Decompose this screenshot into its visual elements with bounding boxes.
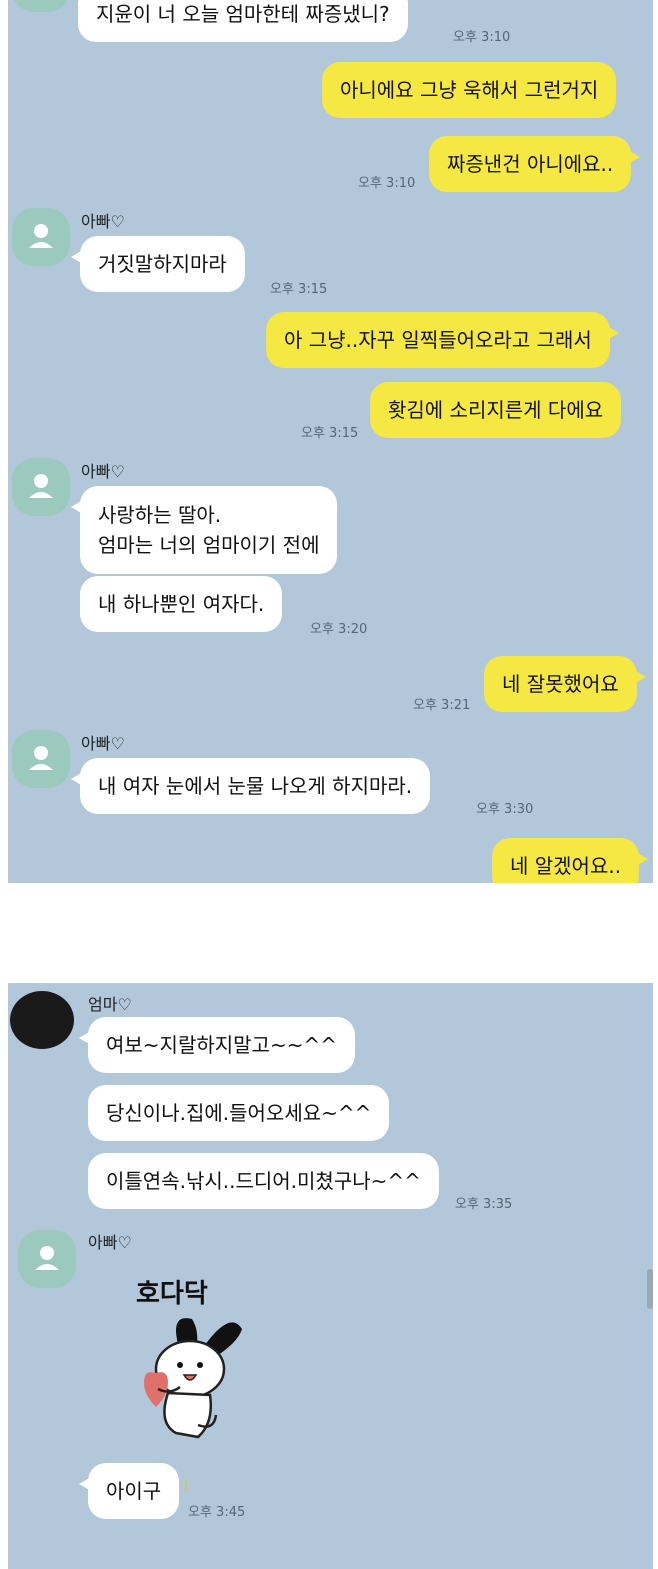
message-bubble-incoming: 내 하나뿐인 여자다. — [80, 576, 283, 632]
unread-count: 1 — [182, 1479, 190, 1493]
message-text: 여보~지랄하지말고~~^^ — [106, 1033, 337, 1057]
sender-name: 아빠♡ — [81, 734, 125, 753]
message-text: 이틀연속.낚시..드디어.미쳤구나~^^ — [106, 1169, 421, 1193]
chat-screenshot-1: 지윤이 너 오늘 엄마한테 짜증냈니? 오후 3:10 아니에요 그냥 욱해서 … — [8, 0, 653, 883]
message-bubble-incoming: 거짓말하지마라 — [71, 236, 245, 292]
message-time: 오후 3:35 — [455, 1197, 513, 1212]
message-bubble-outgoing: 아니에요 그냥 욱해서 그런거지 — [322, 62, 617, 118]
message-bubble-outgoing: 짜증낸건 아니에요.. — [429, 136, 641, 192]
avatar[interactable] — [12, 208, 70, 266]
message-time: 오후 3:15 — [301, 426, 359, 441]
message-line: 사랑하는 딸아. — [98, 503, 222, 527]
message-bubble-outgoing: 네 알겠어요.. — [492, 838, 649, 883]
message-bubble-incoming: 당신이나.집에.들어오세요~^^ — [88, 1085, 390, 1141]
message-bubble-outgoing: 홧김에 소리지른게 다에요 — [370, 382, 622, 438]
chat-screenshot-2: 엄마♡ 여보~지랄하지말고~~^^ 당신이나.집에.들어오세요~^^ 이틀연속.… — [8, 983, 653, 1569]
sender-name: 아빠♡ — [81, 212, 125, 231]
message-bubble-incoming: 사랑하는 딸아. 엄마는 너의 엄마이기 전에 — [70, 486, 338, 574]
avatar[interactable] — [12, 458, 70, 516]
message-text: 지윤이 너 오늘 엄마한테 짜증냈니? — [96, 2, 390, 26]
sender-name: 아빠♡ — [88, 1233, 132, 1252]
message-text: 내 하나뿐인 여자다. — [98, 592, 265, 616]
avatar[interactable] — [10, 991, 74, 1049]
message-bubble-incoming: 이틀연속.낚시..드디어.미쳤구나~^^ — [88, 1153, 439, 1209]
person-icon — [29, 224, 53, 248]
message-time: 오후 3:10 — [453, 30, 511, 45]
message-text: 당신이나.집에.들어오세요~^^ — [106, 1101, 372, 1125]
bunny-sticker[interactable]: 호다닥 — [118, 1273, 268, 1453]
message-text: 아니에요 그냥 욱해서 그런거지 — [340, 78, 599, 102]
sender-name: 엄마♡ — [88, 995, 132, 1014]
message-time: 오후 3:15 — [270, 282, 328, 297]
message-bubble-incoming: 아이구 — [78, 1463, 180, 1519]
message-text: 내 여자 눈에서 눈물 나오게 하지마라. — [98, 774, 413, 798]
message-text: 네 알겠어요.. — [510, 854, 622, 878]
person-icon — [29, 474, 53, 498]
message-line: 엄마는 너의 엄마이기 전에 — [98, 533, 320, 557]
message-time: 오후 3:30 — [476, 802, 534, 817]
person-icon — [29, 746, 53, 770]
message-text: 짜증낸건 아니에요.. — [447, 152, 614, 176]
message-text: 거짓말하지마라 — [98, 252, 227, 276]
avatar[interactable] — [12, 0, 70, 12]
message-bubble-incoming: 지윤이 너 오늘 엄마한테 짜증냈니? — [78, 0, 408, 42]
message-time: 오후 3:45 — [188, 1505, 246, 1520]
message-text: 아 그냥..자꾸 일찍들어오라고 그래서 — [284, 328, 592, 352]
message-bubble-outgoing: 아 그냥..자꾸 일찍들어오라고 그래서 — [266, 312, 619, 368]
person-icon — [35, 1246, 59, 1270]
avatar[interactable] — [18, 1230, 76, 1288]
sender-name: 아빠♡ — [81, 462, 125, 481]
message-text: 네 잘못했어요 — [502, 672, 619, 696]
message-time: 오후 3:20 — [310, 622, 368, 637]
message-time: 오후 3:21 — [413, 698, 471, 713]
scrollbar[interactable] — [647, 1269, 653, 1309]
avatar[interactable] — [12, 730, 70, 788]
message-bubble-incoming: 여보~지랄하지말고~~^^ — [79, 1017, 355, 1073]
message-text: 아이구 — [106, 1479, 162, 1503]
bunny-icon — [144, 1318, 242, 1439]
message-time: 오후 3:10 — [358, 176, 416, 191]
message-bubble-incoming: 내 여자 눈에서 눈물 나오게 하지마라. — [70, 758, 431, 814]
message-bubble-outgoing: 네 잘못했어요 — [484, 656, 646, 712]
message-text: 홧김에 소리지른게 다에요 — [388, 398, 604, 422]
